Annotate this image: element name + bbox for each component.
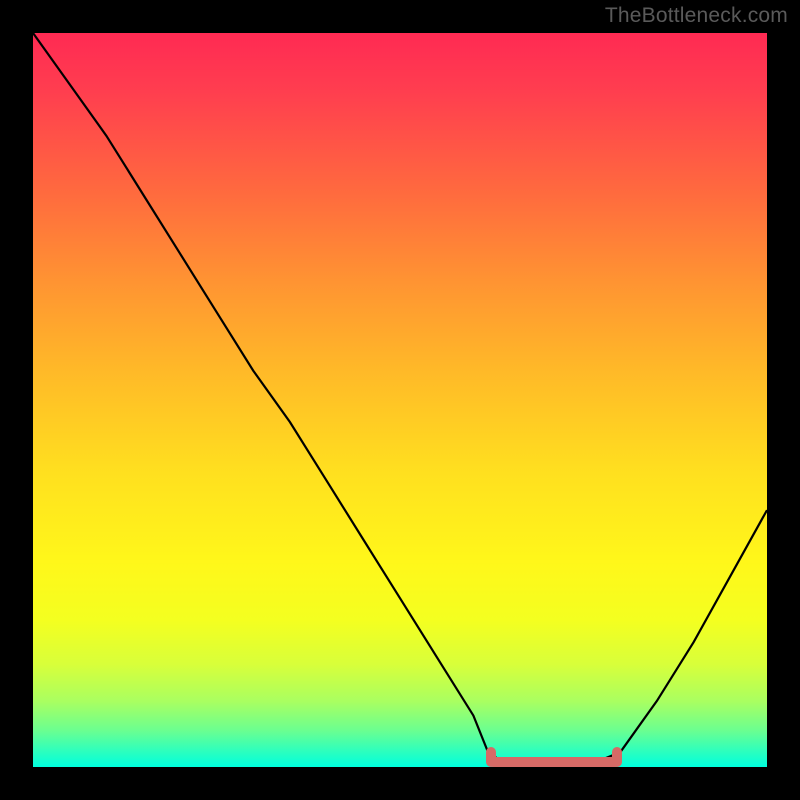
chart-plot-area [33,33,767,767]
optimum-range-highlight [488,757,620,767]
watermark-text: TheBottleneck.com [605,4,788,28]
chart-curve [33,33,767,767]
